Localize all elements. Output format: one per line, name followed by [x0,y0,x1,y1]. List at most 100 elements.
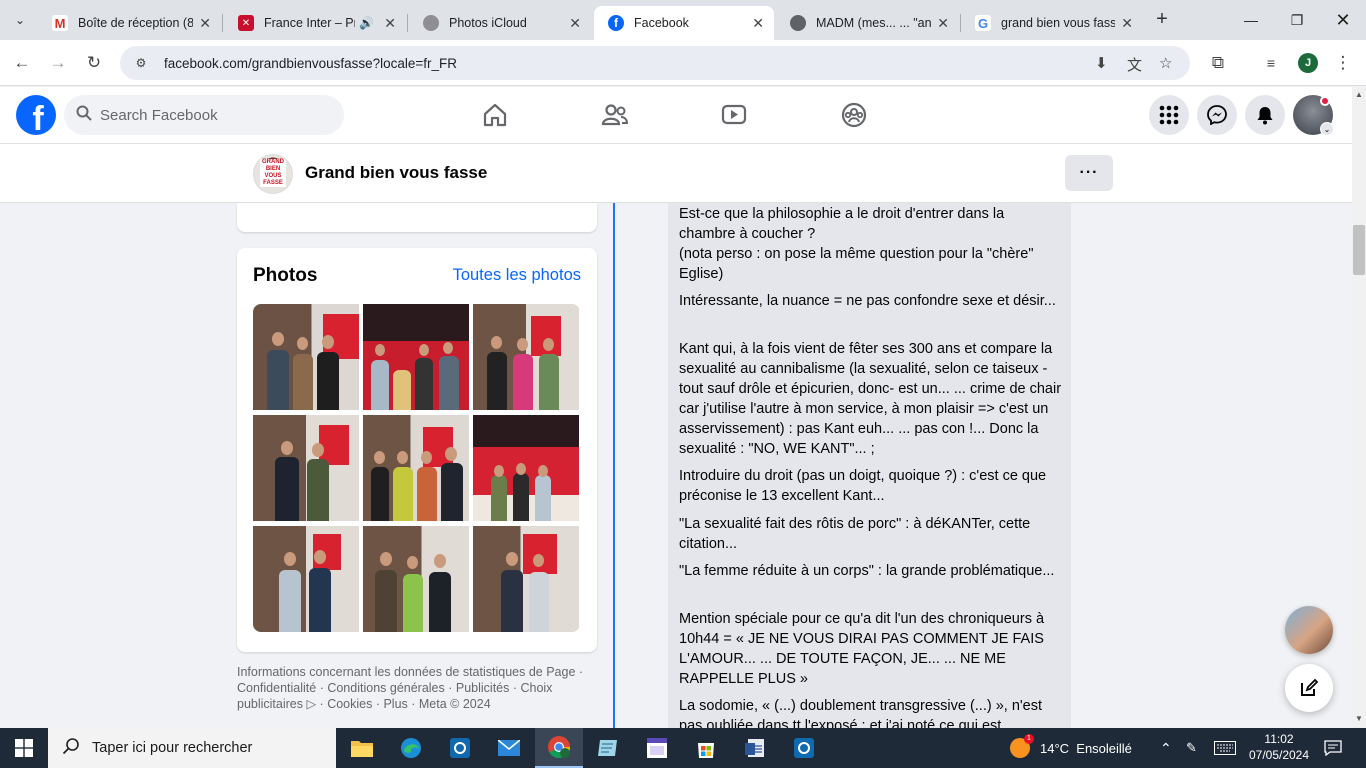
photo-thumbnail[interactable] [363,304,469,410]
photo-thumbnail[interactable] [473,526,579,632]
gmail-icon: M [52,15,68,31]
close-icon[interactable]: ✕ [569,15,581,32]
microsoft-store-icon[interactable] [682,728,730,768]
menu-grid-icon[interactable] [1149,95,1189,135]
speaker-icon[interactable]: 🔊 [359,16,374,30]
notification-center-icon[interactable] [1324,728,1342,768]
video-icon[interactable] [716,97,752,133]
site-info-icon[interactable]: ⚙ [132,54,150,72]
apple-icon [423,15,439,31]
page-avatar[interactable]: GRAND BIEN VOUS FASSE [253,154,293,194]
facebook-header: f Search Facebook ⌄ [0,87,1352,143]
mail-icon[interactable] [485,728,533,768]
messenger-icon[interactable] [1197,95,1237,135]
facebook-logo[interactable]: f [16,95,56,135]
photo-thumbnail[interactable] [253,304,359,410]
extensions-icon[interactable]: ⧉ [1205,50,1231,76]
globe-icon [790,15,806,31]
comment-text: Kant qui, à la fois vient de fêter ses 3… [679,341,1062,457]
notifications-bell-icon[interactable] [1245,95,1285,135]
system-clock[interactable]: 11:02 07/05/2024 [1238,731,1320,763]
edge-browser-icon[interactable] [387,728,435,768]
close-icon[interactable]: ✕ [752,15,764,32]
taskbar-search-input[interactable]: Taper ici pour rechercher [48,728,336,768]
chrome-icon[interactable] [535,728,583,768]
install-app-icon[interactable]: ⬇ [1095,54,1108,72]
footer-line-3[interactable]: publicitaires ▷ · Cookies · Plus · Meta … [237,696,599,712]
footer-line-2[interactable]: Confidentialité · Conditions générales ·… [237,680,599,696]
comment-text: Intéressante, la nuance = ne pas confond… [679,293,1056,309]
tab-google-search[interactable]: G grand bien vous fass ✕ [961,6,1143,40]
translate-icon[interactable]: 文 [1127,54,1142,75]
photo-thumbnail[interactable] [473,304,579,410]
photo-thumbnail[interactable] [253,415,359,521]
search-icon [76,105,92,125]
close-icon[interactable]: ✕ [937,15,949,32]
comment-paragraph: Est-ce que la philosophie a le droit d'e… [679,204,1064,284]
photo-thumbnail[interactable] [473,415,579,521]
new-tab-button[interactable]: + [1150,8,1174,32]
weather-sun-icon: 1 [1010,734,1034,758]
app-shield-icon[interactable] [436,728,484,768]
bookmark-star-icon[interactable]: ☆ [1159,54,1172,72]
reload-button[interactable]: ↻ [81,50,107,76]
pen-icon[interactable]: ✎ [1186,728,1197,768]
clock-date: 07/05/2024 [1248,748,1310,762]
browser-toolbar: ← → ↻ ⚙ facebook.com/grandbienvousfasse?… [0,40,1366,86]
photo-thumbnail[interactable] [363,526,469,632]
browser-tab-strip: ⌄ M Boîte de réception (8 ✕ ✕ France Int… [0,0,1366,40]
start-button[interactable] [0,728,48,768]
tab-icloud[interactable]: Photos iCloud ✕ [409,6,591,40]
groups-icon[interactable] [836,97,872,133]
facebook-search-input[interactable]: Search Facebook [64,95,344,135]
tab-facebook[interactable]: f Facebook ✕ [594,6,774,40]
scrollbar-thumb[interactable] [1353,225,1365,275]
close-icon[interactable]: ✕ [1121,15,1133,32]
notes-app-icon[interactable] [584,728,632,768]
tab-title: France Inter – Pre [264,16,356,30]
chat-head-avatar[interactable] [1285,606,1333,654]
all-photos-link[interactable]: Toutes les photos [453,266,581,285]
window-close-button[interactable]: ✕ [1320,0,1366,40]
page-title[interactable]: Grand bien vous fasse [305,163,487,183]
comment-paragraph: Intéressante, la nuance = ne pas confond… [679,291,1064,311]
search-icon [62,737,80,760]
new-message-button[interactable] [1285,664,1333,712]
media-controls-icon[interactable]: ≡ [1258,50,1284,76]
minimize-button[interactable]: — [1228,0,1274,40]
back-button[interactable]: ← [9,50,35,76]
scroll-up-arrow-icon[interactable]: ▲ [1352,90,1366,102]
keyboard-icon[interactable] [1214,728,1236,768]
tab-search-chevron-icon[interactable]: ⌄ [8,8,32,32]
footer-line-1[interactable]: Informations concernant les données de s… [237,664,599,680]
app-shield-icon-2[interactable] [780,728,828,768]
tab-gmail[interactable]: M Boîte de réception (8 ✕ [38,6,221,40]
document-app-icon[interactable] [731,728,779,768]
forward-button[interactable]: → [45,50,71,76]
tab-france-inter[interactable]: ✕ France Inter – Pre 🔊 ✕ [224,6,406,40]
comment-text: "La femme réduite à un corps" : la grand… [679,563,1055,579]
url-text: facebook.com/grandbienvousfasse?locale=f… [164,55,458,71]
tab-madm[interactable]: MADM (mes... ... "ana ✕ [776,6,959,40]
app-window-icon[interactable] [633,728,681,768]
weather-widget[interactable]: 1 14°C Ensoleillé [1010,728,1132,768]
chevron-down-icon[interactable]: ⌄ [1320,122,1334,136]
more-options-button[interactable]: ··· [1065,155,1113,191]
photos-card: Photos Toutes les photos [237,248,597,652]
photo-thumbnail[interactable] [253,526,359,632]
restore-button[interactable]: ❐ [1274,0,1320,40]
close-icon[interactable]: ✕ [199,15,211,32]
page-scrollbar[interactable] [1352,87,1366,728]
address-bar[interactable]: ⚙ facebook.com/grandbienvousfasse?locale… [120,46,1190,80]
page-footer: Informations concernant les données de s… [237,664,599,712]
close-icon[interactable]: ✕ [384,15,396,32]
home-icon[interactable] [477,97,513,133]
friends-icon[interactable] [597,97,633,133]
photo-thumbnail[interactable] [363,415,469,521]
page-avatar-logo: GRAND BIEN VOUS FASSE [260,159,286,187]
file-explorer-icon[interactable] [338,728,386,768]
scroll-down-arrow-icon[interactable]: ▼ [1352,714,1366,726]
tray-chevron-up-icon[interactable]: ⌃ [1160,728,1172,768]
profile-avatar[interactable]: J [1298,53,1318,73]
browser-menu-icon[interactable]: ⋮ [1330,50,1356,76]
